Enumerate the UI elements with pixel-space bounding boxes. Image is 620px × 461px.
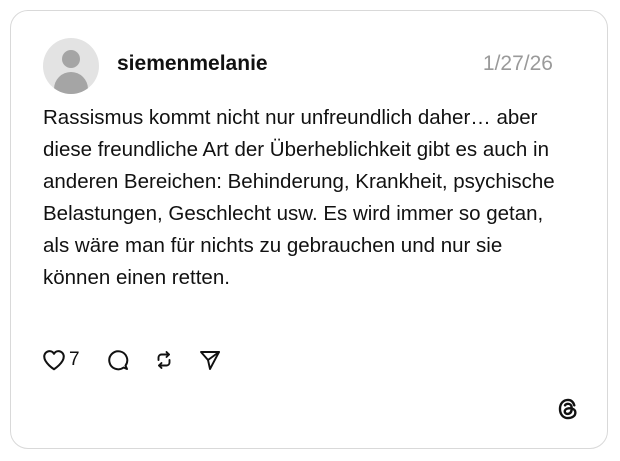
reply-button[interactable] [106, 348, 130, 372]
comment-icon [106, 348, 130, 372]
like-count: 7 [69, 349, 80, 370]
username[interactable]: siemenmelanie [117, 51, 268, 77]
repost-icon [152, 348, 176, 372]
avatar-head-shape [62, 50, 80, 68]
post-text: Rassismus kommt nicht nur unfreundlich d… [43, 106, 555, 289]
share-button[interactable] [198, 348, 222, 372]
threads-logo-icon[interactable] [555, 396, 581, 422]
avatar-body-shape [54, 72, 88, 94]
post-card[interactable]: siemenmelanie 1/27/26 Rassismus kommt ni… [10, 10, 608, 449]
repost-button[interactable] [152, 348, 176, 372]
heart-icon [41, 347, 67, 373]
action-bar: 7 [41, 347, 222, 373]
post-date: 1/27/26 [482, 52, 553, 75]
send-icon [198, 348, 222, 372]
avatar[interactable] [43, 38, 99, 94]
like-button[interactable]: 7 [41, 347, 80, 373]
